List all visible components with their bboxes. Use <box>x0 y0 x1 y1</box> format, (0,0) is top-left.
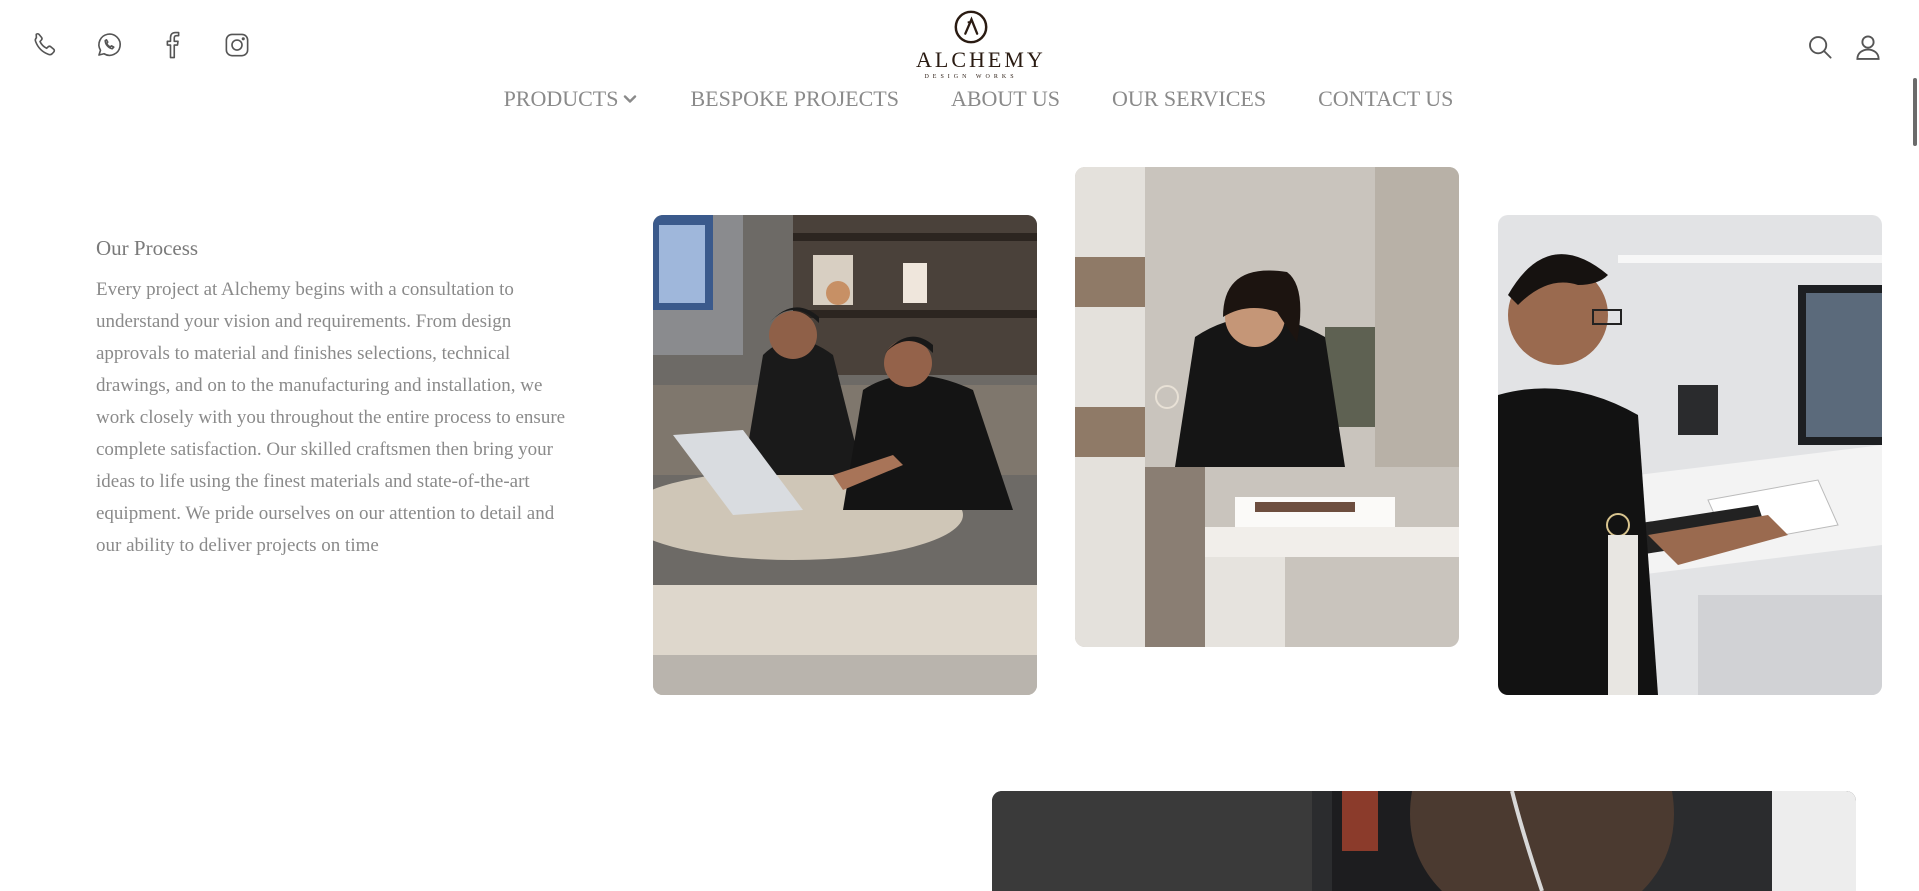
nav-item-label: PRODUCTS <box>503 86 619 111</box>
nav-item-products[interactable]: PRODUCTS <box>504 86 639 112</box>
logo-name: ALCHEMY <box>916 47 1046 72</box>
process-photo-technical-drawings <box>1498 215 1882 695</box>
phone-icon[interactable] <box>30 30 60 60</box>
logo-tagline: DESIGN WORKS <box>924 74 1018 80</box>
user-icon[interactable] <box>1853 32 1883 62</box>
nav-item-about-us[interactable]: ABOUT US <box>951 86 1060 112</box>
main-nav: PRODUCTS BESPOKE PROJECTS ABOUT US OUR S… <box>0 86 1919 112</box>
site-header: ALCHEMY DESIGN WORKS PRODUCTS BESPOKE PR… <box>0 0 1919 120</box>
nav-item-our-services[interactable]: OUR SERVICES <box>1112 86 1266 112</box>
nav-item-bespoke-projects[interactable]: BESPOKE PROJECTS <box>690 86 898 112</box>
chevron-down-icon <box>624 95 637 103</box>
process-photo-consultation <box>653 215 1037 695</box>
section-title: Our Process <box>96 236 199 260</box>
header-utilities <box>1805 32 1883 62</box>
site-logo[interactable]: ALCHEMY DESIGN WORKS <box>916 8 1046 80</box>
nav-item-label: CONTACT US <box>1318 86 1454 111</box>
alchemy-logo-mark-icon <box>954 10 988 44</box>
nav-item-label: OUR SERVICES <box>1111 86 1267 111</box>
social-links <box>30 30 252 60</box>
nav-item-label: ABOUT US <box>950 86 1060 111</box>
facebook-icon[interactable] <box>158 30 188 60</box>
process-photo-material-selection <box>1075 167 1459 647</box>
whatsapp-icon[interactable] <box>94 30 124 60</box>
process-photo-craftsman <box>992 791 1856 891</box>
instagram-icon[interactable] <box>222 30 252 60</box>
scrollbar-thumb[interactable] <box>1913 78 1917 146</box>
nav-item-label: BESPOKE PROJECTS <box>690 86 899 111</box>
nav-item-contact-us[interactable]: CONTACT US <box>1318 86 1453 112</box>
section-body: Every project at Alchemy begins with a c… <box>96 279 566 556</box>
search-icon[interactable] <box>1805 32 1835 62</box>
